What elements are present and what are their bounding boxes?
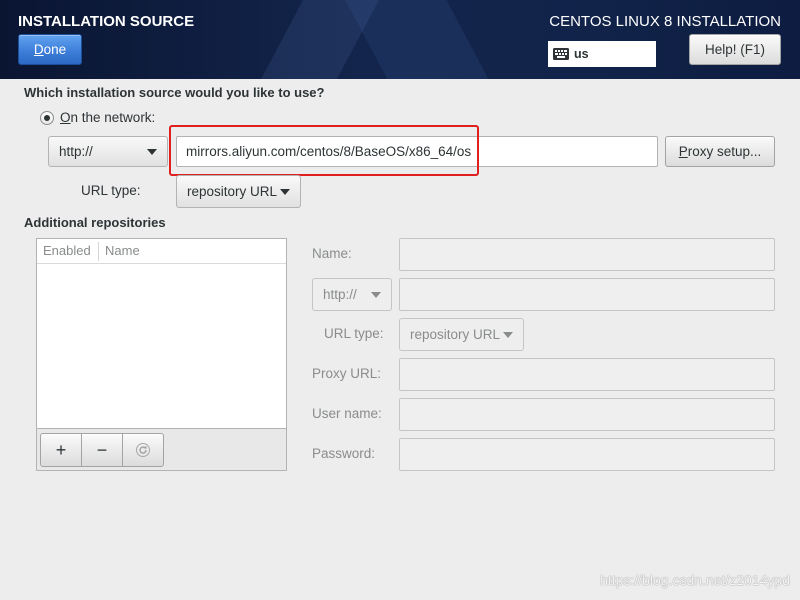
repo-protocol-value: http:// xyxy=(323,287,357,302)
user-name-input[interactable] xyxy=(399,398,775,431)
refresh-repos-button[interactable] xyxy=(122,433,164,467)
repo-url-value: mirrors.aliyun.com/centos/8/BaseOS/x86_6… xyxy=(186,144,472,159)
add-repo-button[interactable]: + xyxy=(40,433,82,467)
spoke-title: INSTALLATION SOURCE xyxy=(18,13,195,30)
additional-repos-title: Additional repositories xyxy=(24,215,166,230)
done-button-label: Done xyxy=(33,42,67,57)
radio-dot xyxy=(44,115,50,121)
done-button[interactable]: Done xyxy=(18,34,82,65)
proxy-setup-label: Proxy setup... xyxy=(678,144,762,159)
repo-list-toolbar: + − xyxy=(40,433,164,467)
proxy-url-input[interactable] xyxy=(399,358,775,391)
remove-repo-label: − xyxy=(96,440,108,460)
keyboard-icon xyxy=(553,48,569,60)
remove-repo-button[interactable]: − xyxy=(81,433,123,467)
column-header-name[interactable]: Name xyxy=(105,243,140,259)
url-type-value: repository URL xyxy=(187,184,278,199)
column-divider xyxy=(98,242,99,261)
repo-list-panel: Enabled Name + − xyxy=(36,238,287,471)
repo-url-input[interactable]: mirrors.aliyun.com/centos/8/BaseOS/x86_6… xyxy=(176,136,658,167)
chevron-down-icon xyxy=(280,188,290,195)
repo-name-input[interactable] xyxy=(399,238,775,271)
repo-name-label: Name: xyxy=(312,246,352,261)
url-type-label: URL type: xyxy=(81,183,141,198)
header-bar: INSTALLATION SOURCE Done CENTOS LINUX 8 … xyxy=(0,0,800,79)
chevron-down-icon xyxy=(147,148,157,155)
watermark: https://blog.csdn.net/z2014ypd xyxy=(600,572,790,588)
user-name-label: User name: xyxy=(312,406,382,421)
column-header-enabled[interactable]: Enabled xyxy=(43,243,91,259)
repo-url-type-dropdown[interactable]: repository URL xyxy=(399,318,524,351)
password-input[interactable] xyxy=(399,438,775,471)
repo-protocol-dropdown[interactable]: http:// xyxy=(312,278,392,311)
chevron-down-icon xyxy=(371,291,381,298)
repo-url-type-label: URL type: xyxy=(324,326,384,341)
keyboard-layout-indicator[interactable]: us xyxy=(548,41,656,67)
source-question: Which installation source would you like… xyxy=(24,85,325,100)
proxy-setup-button[interactable]: Proxy setup... xyxy=(665,136,775,167)
refresh-icon xyxy=(136,443,150,457)
help-button-label: Help! (F1) xyxy=(704,42,765,57)
repo-list-header: Enabled Name xyxy=(37,239,286,264)
radio-on-network[interactable] xyxy=(40,111,54,125)
add-repo-label: + xyxy=(55,440,67,460)
url-type-dropdown[interactable]: repository URL xyxy=(176,175,301,208)
chevron-down-icon xyxy=(503,331,513,338)
protocol-dropdown-value: http:// xyxy=(59,144,93,159)
repo-list[interactable]: Enabled Name xyxy=(37,239,286,429)
product-title: CENTOS LINUX 8 INSTALLATION xyxy=(549,13,781,30)
proxy-url-label: Proxy URL: xyxy=(312,366,382,381)
repo-url-field[interactable] xyxy=(399,278,775,311)
keyboard-layout-label: us xyxy=(574,47,589,61)
password-label: Password: xyxy=(312,446,376,461)
help-button[interactable]: Help! (F1) xyxy=(689,34,781,65)
protocol-dropdown[interactable]: http:// xyxy=(48,136,168,167)
on-network-label[interactable]: On the network: xyxy=(60,110,155,126)
repo-url-type-value: repository URL xyxy=(410,327,501,342)
